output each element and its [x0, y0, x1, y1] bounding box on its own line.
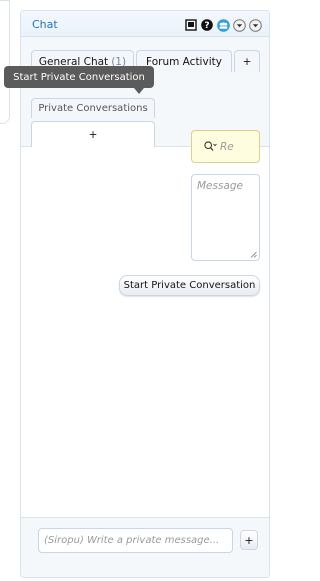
header-icons: ?: [184, 18, 262, 32]
tab-label: Forum Activity: [146, 55, 222, 68]
tab-new-conversation[interactable]: +: [31, 121, 155, 147]
add-button[interactable]: +: [240, 530, 258, 550]
chevron-down-icon[interactable]: [232, 18, 246, 32]
chevron-down-icon[interactable]: [248, 18, 262, 32]
message-field[interactable]: Message: [191, 174, 260, 261]
svg-text:?: ?: [204, 21, 209, 31]
chat-header: Chat ?: [21, 11, 269, 37]
tooltip: Start Private Conversation: [4, 66, 154, 88]
background-panel-edge: [0, 0, 10, 124]
compose-placeholder: (Siropu) Write a private message...: [44, 535, 220, 546]
chat-title: Chat: [32, 18, 58, 31]
search-input[interactable]: Re: [191, 130, 260, 163]
start-private-conversation-button[interactable]: Start Private Conversation: [119, 275, 260, 296]
search-placeholder: Re: [220, 140, 234, 153]
private-message-input[interactable]: (Siropu) Write a private message...: [38, 528, 233, 553]
resize-grip-icon[interactable]: [250, 251, 257, 258]
help-icon[interactable]: ?: [200, 18, 214, 32]
tab-label: Private Conversations: [38, 103, 148, 114]
tab-private-conversations[interactable]: Private Conversations: [31, 98, 155, 118]
message-placeholder: Message: [197, 180, 244, 192]
add-tab-button[interactable]: +: [234, 50, 260, 72]
compose-bar: (Siropu) Write a private message... +: [21, 517, 269, 577]
tooltip-arrow: [134, 88, 144, 94]
chat-panel: Chat ? General Chat (1) Forum Activity +…: [20, 10, 270, 578]
tab-plus-label: +: [88, 128, 98, 141]
search-icon: [204, 141, 217, 151]
book-icon[interactable]: [184, 18, 198, 32]
tab-plus-label: +: [242, 55, 252, 68]
users-icon[interactable]: [216, 18, 230, 32]
